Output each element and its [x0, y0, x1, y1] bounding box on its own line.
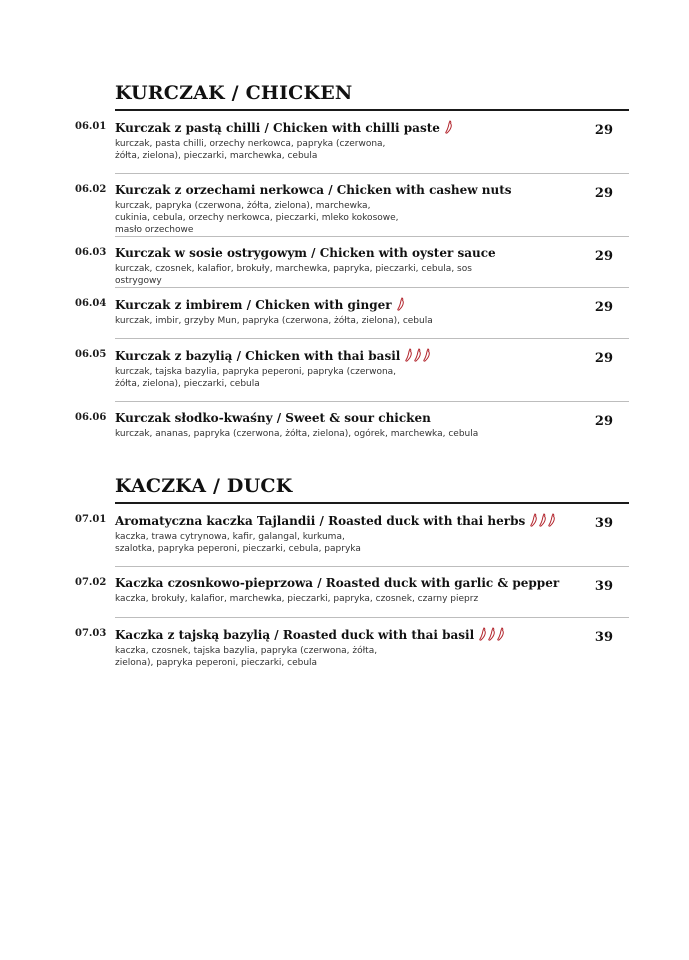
item-description: kurczak, pasta chilli, orzechy nerkowca,… [115, 139, 386, 161]
chili-pepper-icon [487, 627, 496, 641]
menu-item: 07.01 Aromatyczna kaczka Tajlandii / Roa… [75, 513, 629, 555]
item-divider [115, 617, 629, 618]
item-number: 07.01 [75, 514, 107, 525]
item-description: kurczak, papryka (czerwona, żółta, zielo… [115, 201, 399, 235]
menu-page: KURCZAK / CHICKEN 06.01 Kurczak z pastą … [0, 0, 689, 960]
menu-item: 06.01 Kurczak z pastą chilli / Chicken w… [75, 120, 629, 162]
chili-pepper-icon [422, 348, 431, 362]
item-number: 06.01 [75, 121, 107, 132]
chili-pepper-icon [396, 297, 405, 311]
item-title: Kurczak z orzechami nerkowca / Chicken w… [115, 183, 512, 197]
chili-pepper-icon [444, 120, 453, 134]
item-divider [115, 236, 629, 237]
item-description: kurczak, czosnek, kalafior, brokuły, mar… [115, 264, 472, 286]
section-divider [115, 109, 629, 111]
item-description: kaczka, trawa cytrynowa, kafir, galangal… [115, 532, 361, 554]
item-price: 39 [594, 579, 613, 594]
item-price: 39 [594, 516, 613, 531]
menu-item: 07.03 Kaczka z tajską bazylią / Roasted … [75, 627, 629, 669]
menu-item: 06.04 Kurczak z imbirem / Chicken with g… [75, 297, 629, 327]
menu-item: 06.06 Kurczak słodko-kwaśny / Sweet & so… [75, 411, 629, 440]
item-number: 07.03 [75, 628, 107, 639]
item-number: 06.05 [75, 349, 107, 360]
chili-pepper-icon [496, 627, 505, 641]
item-price: 29 [594, 300, 613, 315]
menu-item: 07.02 Kaczka czosnkowo-pieprzowa / Roast… [75, 576, 629, 605]
chili-pepper-icon [478, 627, 487, 641]
chili-pepper-icon [529, 513, 538, 527]
chili-pepper-icon [547, 513, 556, 527]
section-chicken: KURCZAK / CHICKEN 06.01 Kurczak z pastą … [75, 80, 629, 439]
item-price: 39 [594, 630, 613, 645]
item-number: 06.02 [75, 184, 107, 195]
item-number: 07.02 [75, 577, 107, 588]
chili-pepper-icon [404, 348, 413, 362]
menu-item: 06.05 Kurczak z bazylią / Chicken with t… [75, 348, 629, 390]
section-divider [115, 502, 629, 504]
item-price: 29 [594, 123, 613, 138]
chili-pepper-icon [413, 348, 422, 362]
item-price: 29 [594, 351, 613, 366]
section-title: KURCZAK / CHICKEN [115, 82, 353, 104]
item-title: Kurczak z pastą chilli / Chicken with ch… [115, 120, 629, 136]
item-title: Kurczak w sosie ostrygowym / Chicken wit… [115, 246, 496, 260]
item-title: Kaczka czosnkowo-pieprzowa / Roasted duc… [115, 576, 560, 590]
item-price: 29 [594, 186, 613, 201]
item-divider [115, 287, 629, 288]
item-price: 29 [594, 414, 613, 429]
item-title: Kurczak słodko-kwaśny / Sweet & sour chi… [115, 411, 431, 425]
item-title: Kurczak z imbirem / Chicken with ginger [115, 297, 629, 313]
menu-item: 06.03 Kurczak w sosie ostrygowym / Chick… [75, 246, 629, 287]
chili-pepper-icon [538, 513, 547, 527]
item-number: 06.03 [75, 247, 107, 258]
item-price: 29 [594, 249, 613, 264]
item-divider [115, 566, 629, 567]
item-description: kaczka, czosnek, tajska bazylia, papryka… [115, 646, 378, 668]
item-description: kurczak, tajska bazylia, papryka peperon… [115, 367, 397, 389]
item-divider [115, 401, 629, 402]
item-title: Kaczka z tajską bazylią / Roasted duck w… [115, 627, 629, 643]
section-duck: KACZKA / DUCK 07.01 Aromatyczna kaczka T… [75, 473, 629, 668]
item-divider [115, 338, 629, 339]
section-title: KACZKA / DUCK [115, 475, 293, 497]
item-title: Aromatyczna kaczka Tajlandii / Roasted d… [115, 513, 629, 529]
item-number: 06.06 [75, 412, 107, 423]
menu-item: 06.02 Kurczak z orzechami nerkowca / Chi… [75, 183, 629, 236]
item-description: kurczak, ananas, papryka (czerwona, żółt… [115, 429, 479, 439]
item-title: Kurczak z bazylią / Chicken with thai ba… [115, 348, 629, 364]
item-divider [115, 173, 629, 174]
item-number: 06.04 [75, 298, 107, 309]
item-description: kaczka, brokuły, kalafior, marchewka, pi… [115, 594, 479, 604]
item-description: kurczak, imbir, grzyby Mun, papryka (cze… [115, 316, 433, 326]
